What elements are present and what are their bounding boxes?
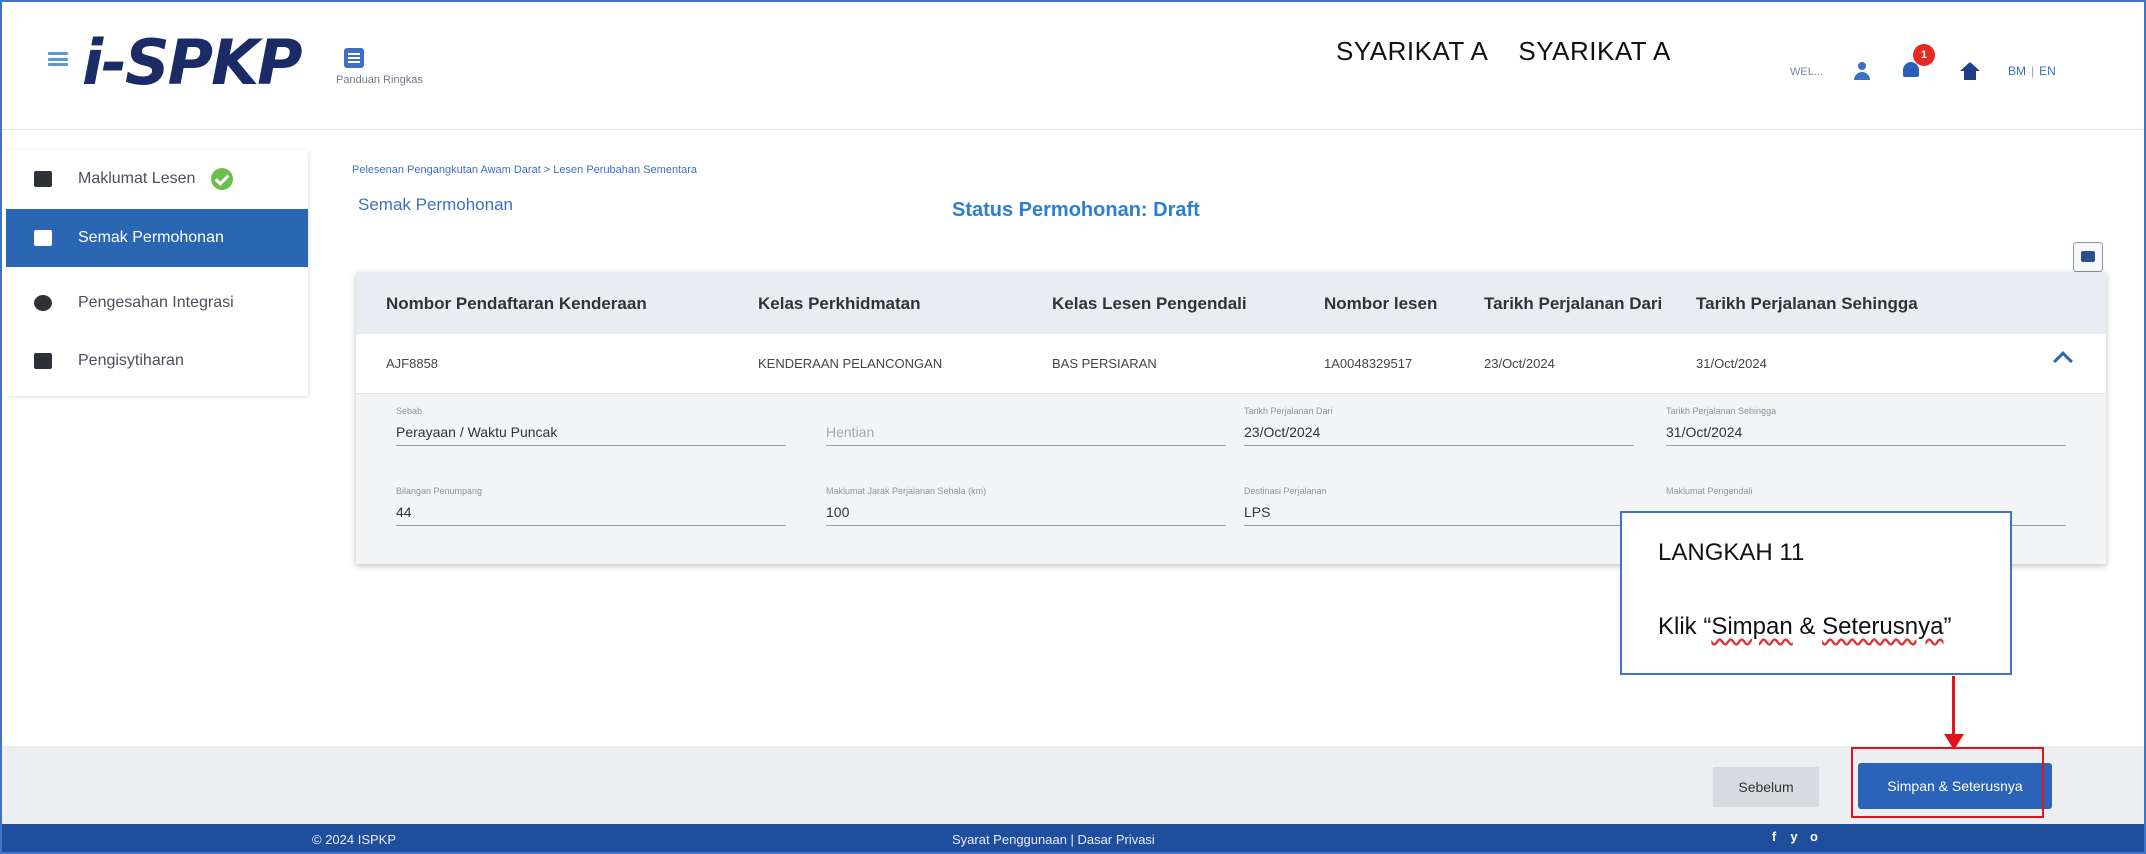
user-icon[interactable] xyxy=(1853,62,1871,80)
sebab-field[interactable]: Sebab Perayaan / Waktu Puncak xyxy=(396,402,786,446)
table-cell: 23/Oct/2024 xyxy=(1484,356,1555,371)
callout-title: LANGKAH 11 xyxy=(1658,539,1805,566)
footer-links[interactable]: Syarat Penggunaan | Dasar Privasi xyxy=(952,832,1155,847)
guide-icon xyxy=(344,48,364,68)
sidebar-item-pengesahan-integrasi[interactable]: Pengesahan Integrasi xyxy=(6,274,308,332)
chevron-up-icon[interactable] xyxy=(2053,351,2073,371)
ispkp-logo[interactable]: i-SPKP xyxy=(82,28,322,98)
tarikh-sehingga-field[interactable]: Tarikh Perjalanan Sehingga 31/Oct/2024 xyxy=(1666,402,2066,446)
column-header: Nombor Pendaftaran Kenderaan xyxy=(386,294,647,313)
company-name: SYARIKAT A SYARIKAT A xyxy=(1336,36,1671,66)
sidebar-item-semak-permohonan[interactable]: Semak Permohonan xyxy=(6,209,308,267)
breadcrumb[interactable]: Pelesenan Pengangkutan Awam Darat > Lese… xyxy=(352,164,697,176)
lang-en[interactable]: EN xyxy=(2039,64,2056,78)
twitter-icon[interactable]: y xyxy=(1788,830,1800,844)
instagram-icon[interactable]: o xyxy=(1808,830,1820,844)
destinasi-field[interactable]: Destinasi Perjalanan LPS xyxy=(1244,482,1634,526)
penumpang-field[interactable]: Bilangan Penumpang 44 xyxy=(396,482,786,526)
table-cell: 1A0048329517 xyxy=(1324,356,1413,371)
home-icon[interactable] xyxy=(1960,62,1980,80)
instruction-callout: LANGKAH 11 Klik “Simpan & Seterusnya” xyxy=(1620,511,2012,675)
menu-icon[interactable] xyxy=(48,52,68,66)
column-header: Kelas Perkhidmatan xyxy=(758,294,921,313)
callout-text: Klik “Simpan & Seterusnya” xyxy=(1658,613,1952,640)
tarikh-dari-field[interactable]: Tarikh Perjalanan Dari 23/Oct/2024 xyxy=(1244,402,1634,446)
top-header: i-SPKP Panduan Ringkas SYARIKAT A SYARIKA… xyxy=(0,0,2146,130)
hentian-field[interactable]: Hentian xyxy=(826,402,1226,446)
table-header: Nombor Pendaftaran Kenderaan Kelas Perkh… xyxy=(356,272,2106,334)
social-links: f y o xyxy=(1768,830,1820,844)
check-icon xyxy=(211,168,234,190)
verified-icon xyxy=(34,295,52,311)
page-footer: © 2024 ISPKP Syarat Penggunaan | Dasar P… xyxy=(0,824,2146,854)
chat-icon xyxy=(34,230,52,246)
notification-badge: 1 xyxy=(1913,44,1935,66)
lang-bm[interactable]: BM xyxy=(2008,64,2026,78)
sidebar-item-maklumat-lesen[interactable]: Maklumat Lesen xyxy=(6,150,308,208)
column-header: Tarikh Perjalanan Dari xyxy=(1484,294,1663,313)
user-name: WEL... xyxy=(1790,66,1824,78)
print-icon xyxy=(2081,251,2095,262)
table-cell: BAS PERSIARAN xyxy=(1052,356,1157,371)
sidebar-item-label: Maklumat Lesen xyxy=(78,170,196,187)
table-cell: KENDERAAN PELANCONGAN xyxy=(758,356,943,371)
clipboard-icon xyxy=(34,353,52,369)
step-sidebar: Maklumat Lesen Semak Permohonan Pengesah… xyxy=(6,150,308,396)
status-text: Status Permohonan: Draft xyxy=(952,199,1200,221)
sidebar-item-label: Pengisytiharan xyxy=(78,352,184,369)
sidebar-item-pengisytiharan[interactable]: Pengisytiharan xyxy=(6,332,308,390)
table-row[interactable]: AJF8858 KENDERAAN PELANCONGAN BAS PERSIA… xyxy=(356,334,2106,394)
copyright: © 2024 ISPKP xyxy=(312,832,397,847)
page-title: Semak Permohonan xyxy=(358,195,513,214)
previous-button[interactable]: Sebelum xyxy=(1713,767,1819,807)
column-header: Nombor lesen xyxy=(1324,294,1438,313)
table-cell: AJF8858 xyxy=(386,356,439,371)
table-cell: 31/Oct/2024 xyxy=(1696,356,1767,371)
actions-bar xyxy=(0,746,2146,824)
arrow-down-icon xyxy=(1944,734,1964,750)
save-next-button[interactable]: Simpan & Seterusnya xyxy=(1858,763,2052,809)
folder-icon xyxy=(34,171,52,187)
column-header: Kelas Lesen Pengendali xyxy=(1052,294,1247,313)
language-switcher: BM | EN xyxy=(2008,64,2056,78)
quick-guide-label: Panduan Ringkas xyxy=(336,74,423,86)
sidebar-item-label: Pengesahan Integrasi xyxy=(78,294,234,311)
sidebar-item-label: Semak Permohonan xyxy=(78,229,224,246)
print-button[interactable] xyxy=(2073,242,2103,272)
jarak-field[interactable]: Maklumat Jarak Perjalanan Sehala (km) 10… xyxy=(826,482,1226,526)
column-header: Tarikh Perjalanan Sehingga xyxy=(1696,294,1918,313)
facebook-icon[interactable]: f xyxy=(1768,830,1780,844)
callout-arrow xyxy=(1952,676,1955,736)
quick-guide-link[interactable]: Panduan Ringkas xyxy=(336,48,426,86)
